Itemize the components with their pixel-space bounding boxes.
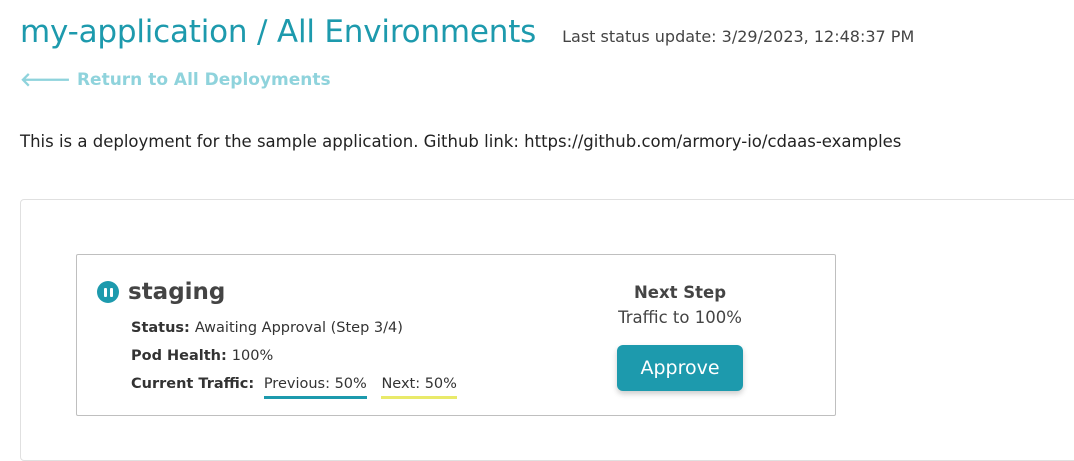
arrow-left-icon: 🡐: [20, 68, 71, 91]
deployment-description: This is a deployment for the sample appl…: [20, 132, 902, 151]
approve-button[interactable]: Approve: [617, 345, 743, 391]
environment-details: Status: Awaiting Approval (Step 3/4) Pod …: [131, 318, 467, 402]
page-header: my-application / All Environments Last s…: [20, 14, 914, 50]
pod-health-row: Pod Health: 100%: [131, 346, 467, 374]
environment-name: staging: [128, 279, 226, 305]
environment-card-staging: staging Status: Awaiting Approval (Step 3…: [76, 254, 836, 416]
last-status-update: Last status update: 3/29/2023, 12:48:37 …: [562, 27, 915, 46]
return-to-deployments-link[interactable]: 🡐 Return to All Deployments: [20, 70, 331, 90]
status-row: Status: Awaiting Approval (Step 3/4): [131, 318, 467, 346]
environment-header: staging: [97, 279, 225, 305]
status-value: Awaiting Approval (Step 3/4): [194, 320, 403, 336]
pod-health-label: Pod Health:: [131, 348, 227, 364]
pause-icon: [97, 281, 119, 303]
next-step-section: Next Step Traffic to 100% Approve: [595, 283, 765, 391]
page-title: my-application / All Environments: [20, 14, 537, 50]
current-traffic-row: Current Traffic: Previous: 50% Next: 50%: [131, 374, 467, 402]
status-label: Status:: [131, 320, 190, 336]
pod-health-value: 100%: [231, 348, 274, 364]
traffic-next: Next: 50%: [381, 374, 457, 399]
traffic-previous: Previous: 50%: [263, 374, 367, 399]
next-step-value: Traffic to 100%: [618, 308, 742, 327]
next-step-label: Next Step: [633, 283, 727, 302]
current-traffic-label: Current Traffic:: [131, 376, 255, 392]
return-link-label: Return to All Deployments: [76, 70, 331, 90]
